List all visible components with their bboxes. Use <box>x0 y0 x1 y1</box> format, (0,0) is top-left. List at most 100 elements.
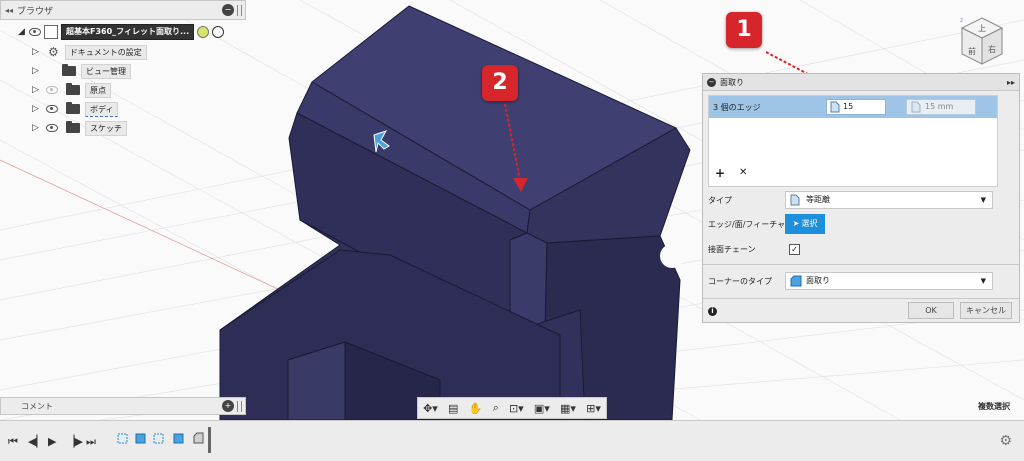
folder-icon <box>66 102 80 114</box>
collapse-icon[interactable]: ◂◂ <box>1 6 17 15</box>
type-select[interactable]: 等距離 ▼ <box>785 191 993 209</box>
selection-label: 3 個のエッジ <box>713 103 761 112</box>
folder-icon <box>66 83 80 95</box>
minimize-icon[interactable]: − <box>222 4 234 16</box>
dialog-header[interactable]: − 面取り ▸▸ <box>703 74 1019 91</box>
fit-icon[interactable]: ⊡▾ <box>509 402 524 415</box>
go-to-end-icon[interactable]: ⏭ <box>86 435 96 449</box>
corner-type-row: コーナーのタイプ <box>708 271 772 291</box>
viewports-icon[interactable]: ⊞▾ <box>586 402 601 415</box>
multi-select-status: 複数選択 <box>978 402 1010 411</box>
selection-list[interactable]: 3 個のエッジ 15 15 mm + ✕ <box>708 95 998 187</box>
chamfer-feature-icon[interactable] <box>192 431 205 445</box>
selection-row[interactable]: 3 個のエッジ 15 15 mm <box>709 96 997 118</box>
browser-title: ブラウザ <box>17 6 54 17</box>
divider <box>703 298 1019 299</box>
edge-label: エッジ/面/フィーチャ <box>708 219 786 229</box>
add-icon[interactable]: + <box>715 166 725 180</box>
browser-item-view-management[interactable]: ▷ ビュー管理 <box>32 63 131 79</box>
gear-icon: ⚙ <box>48 45 59 59</box>
visibility-eye-icon[interactable] <box>46 105 58 113</box>
viewcube-front-label: 前 <box>968 46 976 56</box>
browser-item-document-settings[interactable]: ▷ ⚙ ドキュメントの設定 <box>32 44 147 60</box>
viewcube-top-label: 上 <box>978 24 986 33</box>
extrude-feature-icon[interactable] <box>172 431 185 445</box>
cancel-button[interactable]: キャンセル <box>960 302 1012 319</box>
equal-distance-icon <box>790 194 800 206</box>
expand-right-icon[interactable]: ▷ <box>32 67 40 76</box>
tangent-chain-row: 接面チェーン <box>708 239 756 259</box>
expand-right-icon[interactable]: ▷ <box>32 48 40 57</box>
orbit-icon[interactable]: ✥▾ <box>423 402 438 415</box>
distance-input[interactable]: 15 <box>826 99 886 115</box>
browser-item-label: 原点 <box>85 82 111 98</box>
info-icon[interactable]: i <box>708 307 717 316</box>
folder-icon <box>66 121 80 133</box>
browser-panel-header[interactable]: ◂◂ ブラウザ − <box>0 0 246 20</box>
root-document-label: 超基本F360_フィレット面取り... <box>61 24 195 40</box>
browser-root-item[interactable]: ◢ 超基本F360_フィレット面取り... <box>18 24 225 40</box>
visibility-eye-icon[interactable] <box>29 28 41 36</box>
corner-type-label: コーナーのタイプ <box>708 276 772 286</box>
select-edges-button[interactable]: ➤ 選択 <box>785 214 825 234</box>
distance-input-secondary[interactable]: 15 mm <box>906 99 976 115</box>
sketch-feature-icon[interactable] <box>116 431 129 445</box>
chevron-down-icon: ▼ <box>980 196 986 204</box>
expand-icon[interactable]: ▸▸ <box>1007 78 1015 87</box>
canvas-viewport[interactable]: ◂◂ ブラウザ − ◢ 超基本F360_フィレット面取り... ▷ ⚙ ドキュメ… <box>0 0 1024 420</box>
sketch-feature-icon[interactable] <box>152 431 165 445</box>
extrude-feature-icon[interactable] <box>134 431 147 445</box>
pan-hand-icon[interactable]: ✋ <box>469 402 483 415</box>
zoom-icon[interactable]: ⌕ <box>493 401 499 415</box>
chamfer-dialog[interactable]: − 面取り ▸▸ 3 個のエッジ 15 15 mm + ✕ タイプ 等距離 ▼ … <box>702 73 1020 323</box>
expand-right-icon[interactable]: ▷ <box>32 105 40 114</box>
browser-item-label: スケッチ <box>85 120 127 136</box>
activate-icon[interactable] <box>197 26 210 38</box>
distance-icon <box>911 101 921 113</box>
axis-z-icon: z <box>960 17 963 24</box>
distance-icon <box>830 101 840 113</box>
document-icon <box>44 25 58 39</box>
play-icon[interactable]: ▶ <box>48 435 56 448</box>
gear-icon[interactable]: ⚙ <box>999 433 1012 449</box>
navigation-toolbar[interactable]: ✥▾ ▤ ✋ ⌕ ⊡▾ ▣▾ ▦▾ ⊞▾ <box>417 397 607 419</box>
corner-type-select[interactable]: 面取り ▼ <box>785 272 993 290</box>
radio-active-icon[interactable] <box>212 26 225 38</box>
type-row: タイプ <box>708 190 732 210</box>
panel-grip-icon[interactable] <box>237 400 242 412</box>
viewcube[interactable]: 上 前 右 z <box>958 14 1006 70</box>
visibility-eye-icon[interactable] <box>46 86 58 94</box>
step-back-icon[interactable]: ◀▏ <box>28 435 45 448</box>
expand-down-icon[interactable]: ◢ <box>18 28 26 37</box>
browser-item-label: ドキュメントの設定 <box>64 44 147 60</box>
add-comment-icon[interactable]: + <box>222 400 234 412</box>
panel-grip-icon[interactable] <box>237 4 242 16</box>
browser-item-sketches[interactable]: ▷ スケッチ <box>32 120 127 136</box>
browser-item-bodies[interactable]: ▷ ボディ <box>32 101 119 117</box>
timeline-bar[interactable]: ⏮ ◀▏ ▶ ▕▶ ⏭ ⚙ <box>0 420 1024 461</box>
ok-button[interactable]: OK <box>908 302 954 319</box>
grid-settings-icon[interactable]: ▦▾ <box>560 402 576 415</box>
timeline-marker[interactable] <box>208 427 211 453</box>
tangent-chain-label: 接面チェーン <box>708 244 756 254</box>
comment-panel[interactable]: コメント + <box>0 397 246 415</box>
pointer-icon: ➤ <box>792 219 800 228</box>
remove-icon[interactable]: ✕ <box>739 167 747 178</box>
dialog-title: 面取り <box>720 77 744 87</box>
tangent-chain-checkbox[interactable]: ✓ <box>789 244 800 255</box>
folder-icon <box>62 64 76 76</box>
type-label: タイプ <box>708 195 732 205</box>
divider <box>703 264 1019 265</box>
display-settings-icon[interactable]: ▣▾ <box>534 402 550 415</box>
minimize-icon[interactable]: − <box>707 77 716 87</box>
expand-right-icon[interactable]: ▷ <box>32 86 40 95</box>
browser-item-origin[interactable]: ▷ 原点 <box>32 82 111 98</box>
expand-right-icon[interactable]: ▷ <box>32 124 40 133</box>
visibility-eye-icon[interactable] <box>46 124 58 132</box>
go-to-start-icon[interactable]: ⏮ <box>8 435 18 449</box>
look-at-icon[interactable]: ▤ <box>448 402 458 415</box>
step-forward-icon[interactable]: ▕▶ <box>66 435 83 448</box>
corner-chamfer-icon <box>790 275 802 287</box>
callout-badge-2: 2 <box>482 65 518 101</box>
chevron-down-icon: ▼ <box>980 277 986 285</box>
